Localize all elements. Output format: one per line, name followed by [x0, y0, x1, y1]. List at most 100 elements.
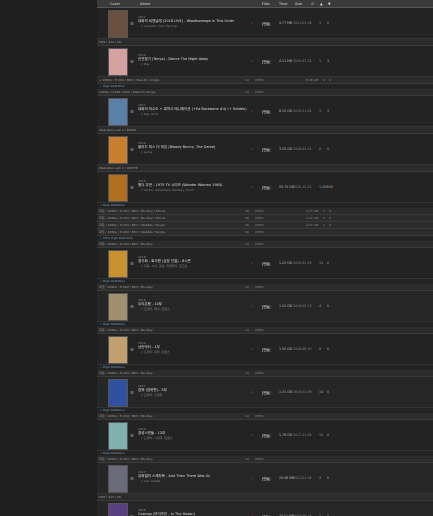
download-icon[interactable]: ↓: [251, 433, 255, 437]
col-snatched[interactable]: ↺: [311, 2, 314, 6]
bookmark-icon[interactable]: ☰: [130, 147, 135, 152]
download-icon[interactable]: ↓: [251, 109, 255, 113]
bookmark-icon[interactable]: ☰: [130, 21, 135, 26]
download-icon[interactable]: ↓: [251, 390, 255, 394]
list-item[interactable]: ☰ 2017 유희열의 스케치북 - And Then There Was Us ♪ …: [97, 463, 433, 494]
edition-row[interactable]: MP3 / 320 / CD: [97, 39, 433, 46]
bookmark-icon[interactable]: ☰: [130, 59, 135, 64]
edition-row[interactable]: 화질 / 1080p / H.264 / MKV / Blu-Ray / Ext…: [97, 215, 433, 222]
edition-label[interactable]: 화질 / 1080p / H.264 / MKV / Blu-Ray: [99, 328, 153, 332]
edition-label[interactable]: Wearable Lush 2 / BDRIP: [99, 128, 136, 132]
cover-thumbnail[interactable]: [108, 10, 128, 38]
bookmark-icon[interactable]: ☰: [130, 261, 135, 266]
edition-row[interactable]: Wearable Lush 2 / BDRIP: [97, 127, 433, 134]
cover-thumbnail[interactable]: [108, 174, 128, 202]
item-seeders: 9: [319, 347, 322, 351]
edition-size: 2.27 GB: [306, 216, 319, 220]
download-icon[interactable]: ↓: [251, 21, 255, 25]
bookmark-icon[interactable]: ☰: [130, 390, 135, 395]
edition-row[interactable]: 화질 / 1080p / H.264 / MKV / Blu-Ray (1) (MP…: [97, 241, 433, 248]
list-item[interactable]: ☰2018Cosmos (보이즈인 - In The Hozon)♪ Pop, …: [97, 501, 433, 516]
edition-leechers: 0: [329, 216, 331, 220]
col-size[interactable]: Size: [295, 2, 302, 6]
col-leechers[interactable]: ▼: [328, 2, 331, 6]
item-leechers: 0: [327, 147, 330, 151]
edition-row[interactable]: 화질 / 1080p / H.264 / MKV / Blu-Ray (1) (MP…: [97, 413, 433, 420]
edition-label[interactable]: + 1080p / H.264 / MKV / Web-Dl / Single: [99, 78, 159, 82]
col-files[interactable]: Files: [262, 2, 270, 6]
cover-thumbnail[interactable]: [108, 136, 128, 164]
item-tags: ♪ Pop: [141, 62, 150, 66]
edition-size: 2.27 GB: [306, 209, 319, 213]
bookmark-icon[interactable]: ☰: [130, 347, 135, 352]
edition-row[interactable]: 화질 / 1080p / H.264 / MKV / Blu-Ray (1) (MP…: [97, 370, 433, 377]
list-item[interactable]: ☰ 2018 경기회 - 회사원 (심장 단절) - 8시즌 ♪ 다큐, 시사, 교양…: [97, 248, 433, 279]
edition-label[interactable]: 화질 / 1080p / H.264 / MKV / Blu-Ray: [99, 242, 153, 246]
cover-thumbnail[interactable]: [108, 250, 128, 278]
edition-row[interactable]: 화질 / 1080p / H.264 / MKV / WebRip / Sing…: [97, 229, 433, 236]
edition-row[interactable]: 1080p / H.264 / MKV / Web-Dl / Single (1)…: [97, 89, 433, 96]
edition-row[interactable]: + 1080p / H.264 / MKV / Web-Dl / Single (…: [97, 77, 433, 84]
category-label: • Ultra High Definition: [100, 236, 134, 240]
item-tags: ♪ Action, Adventure, Fantasy, Sci-Fi: [141, 188, 194, 192]
list-item[interactable]: ☰ 2017 대화의 비엔날레 (2018 LIVE) - Woodbomega I…: [97, 8, 433, 39]
edition-label[interactable]: Wearable Lush 2 / 9IDFEE: [99, 166, 137, 170]
list-item[interactable]: ☰ 2016 우리은행 - 10부 ♪ 드라마, 역사, 로맨스 ↓ [번들] 1.24 G…: [97, 291, 433, 322]
edition-row[interactable]: 화질 / 1080p / H.264 / MKV / Blu-Ray (1) (MP…: [97, 327, 433, 334]
edition-label[interactable]: 화질 / 1080p / H.264 / MKV / Blu-Ray / Ext…: [99, 209, 165, 213]
edition-row[interactable]: 화질 / 1080p / H.264 / MKV / Blu-Ray (1) (MP…: [97, 284, 433, 291]
edition-label[interactable]: 화질 / 1080p / H.264 / MKV / Blu-Ray: [99, 414, 153, 418]
download-icon[interactable]: ↓: [251, 185, 255, 189]
download-icon[interactable]: ↓: [251, 147, 255, 151]
edition-label[interactable]: 화질 / 1080p / H.264 / MKV / Blu-Ray: [99, 285, 153, 289]
list-item[interactable]: ☰ 2017 침묵 (침묵편) - 5부 ♪ 드라마, 스릴러 ↓ [번들] 1.31 GB…: [97, 377, 433, 408]
edition-label[interactable]: 화질 / 1080p / H.264 / MKV / Blu-Ray / Ext…: [99, 216, 165, 220]
cover-thumbnail[interactable]: [108, 503, 128, 516]
download-icon[interactable]: ↓: [251, 261, 255, 265]
category-heading: • High Definition: [97, 451, 433, 455]
cover-thumbnail[interactable]: [108, 48, 128, 76]
cover-thumbnail[interactable]: [108, 422, 128, 450]
edition-label[interactable]: 1080p / H.264 / MKV / Web-Dl / Single: [99, 90, 156, 94]
edition-row[interactable]: 화질 / 1080p / H.264 / MKV / Blu-Ray (1) (MP…: [97, 456, 433, 463]
bookmark-icon[interactable]: ☰: [130, 185, 135, 190]
cover-thumbnail[interactable]: [108, 293, 128, 321]
download-icon[interactable]: ↓: [251, 304, 255, 308]
download-icon[interactable]: ↓: [251, 59, 255, 63]
item-date: 2020-07-12: [293, 59, 312, 63]
edition-label[interactable]: MP3 / 320 / CD: [99, 40, 121, 44]
list-item[interactable]: ☰ 2017 대화의 하수도 + 흑역사 애니메이션 (+Ed Backbone #…: [97, 96, 433, 127]
bookmark-icon[interactable]: ☰: [130, 433, 135, 438]
list-item[interactable]: ☰ 2016 경성스캔들 - 12부 ♪ 드라마, 시대극, 로맨스 ↓ [번들] 1.78…: [97, 420, 433, 451]
cover-thumbnail[interactable]: [108, 379, 128, 407]
list-item[interactable]: ☰ 2019 인연찾기 (Tenya) - Dance The Night Away…: [97, 46, 433, 77]
bookmark-icon[interactable]: ☰: [130, 109, 135, 114]
cover-thumbnail[interactable]: [108, 98, 128, 126]
edition-row[interactable]: MP3 / 320 / CD: [97, 494, 433, 501]
col-seeders[interactable]: ▲: [320, 2, 323, 6]
bookmark-icon[interactable]: ☰: [130, 304, 135, 309]
item-leechers: 0: [327, 21, 330, 25]
edition-label[interactable]: 화질 / 1080p / H.264 / MKV / Blu-Ray: [99, 457, 153, 461]
col-cover[interactable]: Cover: [110, 2, 120, 6]
col-name[interactable]: Name: [140, 2, 150, 6]
edition-row[interactable]: 화질 / 1080p / H.264 / MKV / Blu-Ray / Ext…: [97, 208, 433, 215]
edition-label[interactable]: 화질 / 1080p / H.264 / MKV / WebRip / Sing…: [99, 230, 165, 234]
list-item[interactable]: ☰ 2016 낭만닥터 - 1부 ♪ 드라마, 의학, 로맨스 ↓ [번들] 1.50 GB…: [97, 334, 433, 365]
edition-row[interactable]: 화질 / 1080p / H.264 / MKV / WebRip / Sing…: [97, 222, 433, 229]
edition-label[interactable]: 화질 / 1080p / H.264 / MKV / WebRip / Sing…: [99, 223, 165, 227]
list-item[interactable]: ☰ 2015 원더 우먼 - 1975 TV 시리즈 (Wonder Woman 1…: [97, 172, 433, 203]
download-icon[interactable]: ↓: [251, 476, 255, 480]
download-icon[interactable]: ↓: [251, 347, 255, 351]
cover-thumbnail[interactable]: [108, 336, 128, 364]
edition-label[interactable]: MP3 / 320 / CD: [99, 495, 121, 499]
edition-seeders: 0: [323, 78, 325, 82]
col-time[interactable]: Time: [279, 2, 288, 6]
edition-label[interactable]: 화질 / 1080p / H.264 / MKV / Blu-Ray: [99, 371, 153, 375]
edition-row[interactable]: Wearable Lush 2 / 9IDFEE: [97, 165, 433, 172]
list-item[interactable]: ☰ 2016 블러드 피스 더 게임 (Bloody Bunny, The Game…: [97, 134, 433, 165]
bookmark-icon[interactable]: ☰: [130, 476, 135, 481]
item-title[interactable]: Cosmos (보이즈인 - In The Hozon): [138, 512, 195, 516]
cover-thumbnail[interactable]: [108, 465, 128, 493]
edition-format: (MP3): [255, 285, 264, 289]
